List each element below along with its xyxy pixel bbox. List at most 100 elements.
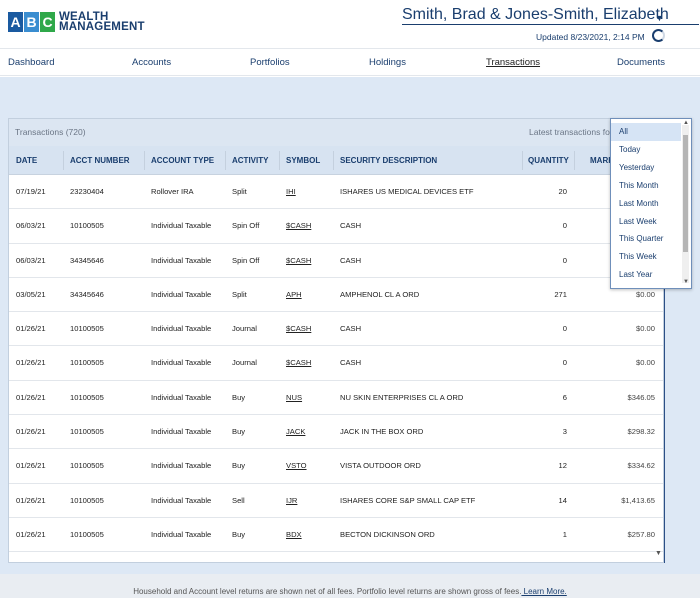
table-row[interactable]: 01/26/21 10100505 Individual Taxable Buy VST… (9, 449, 663, 484)
cell-acct-number: 10100505 (70, 495, 104, 505)
scroll-down-icon[interactable]: ▼ (655, 550, 662, 557)
cell-acct-number: 10100505 (70, 461, 104, 471)
cell-symbol[interactable]: NUS (286, 393, 302, 402)
period-label: Latest transactions for (529, 127, 613, 137)
table-row[interactable]: 06/03/21 34345646 Individual Taxable Spin O… (9, 244, 663, 278)
cell-symbol[interactable]: JACK (286, 427, 305, 436)
cell-security-description: CASH (340, 358, 362, 368)
col-acct-number[interactable]: ACCT NUMBER (70, 156, 130, 165)
cell-symbol[interactable]: IJR (286, 496, 297, 505)
cell-symbol[interactable]: $CASH (286, 221, 311, 230)
cell-market-value: $298.32 (627, 427, 655, 437)
cell-date: 01/26/21 (16, 495, 46, 505)
dropdown-option[interactable]: Last Year (611, 266, 681, 284)
table-row[interactable]: 03/05/21 34345646 Individual Taxable Split A… (9, 278, 663, 313)
cell-date: 06/03/21 (16, 221, 46, 231)
cell-quantity: 1 (562, 529, 567, 539)
cell-symbol[interactable]: BDX (286, 530, 302, 539)
table-row[interactable]: 01/26/21 10100505 Individual Taxable Buy JAC… (9, 415, 663, 450)
period-dropdown[interactable]: ▲ ▼ All Today Yesterday This Month Last Mont… (610, 118, 692, 289)
dropdown-option[interactable]: This Week (611, 248, 681, 266)
cell-quantity: 20 (558, 187, 567, 196)
cell-quantity: 0 (562, 255, 567, 265)
column-divider (144, 151, 145, 170)
cell-acct-number: 10100505 (70, 324, 104, 334)
learn-more-link[interactable]: Learn More. (521, 587, 567, 596)
dropdown-option[interactable]: Yesterday (611, 159, 681, 177)
table-header: DATE ACCT NUMBER ACCOUNT TYPE ACTIVITY S… (9, 146, 663, 175)
cell-security-description: AMPHENOL CL A ORD (340, 289, 420, 299)
panel-header: Transactions (720) Latest transactions f… (9, 119, 663, 146)
col-quantity[interactable]: QUANTITY (528, 156, 569, 165)
cell-date: 01/26/21 (16, 324, 46, 334)
col-security-description[interactable]: SECURITY DESCRIPTION (340, 156, 437, 165)
cell-quantity: 12 (558, 461, 567, 471)
cell-security-description: CASH (340, 255, 362, 265)
cell-symbol[interactable]: $CASH (286, 324, 311, 333)
logo-line2: MANAGEMENT (59, 21, 145, 33)
chevron-down-icon[interactable]: ▼ (655, 13, 664, 23)
nav-portfolios[interactable]: Portfolios (250, 57, 290, 68)
cell-symbol[interactable]: $CASH (286, 358, 311, 367)
column-divider (279, 151, 280, 170)
table-row[interactable]: 01/26/21 10100505 Individual Taxable Buy NUS… (9, 381, 663, 416)
dropdown-option[interactable]: Last Month (611, 195, 681, 213)
cell-activity: Split (232, 289, 247, 299)
cell-account-type: Individual Taxable (151, 461, 212, 471)
dropdown-option[interactable]: Last Week (611, 213, 681, 231)
logo-wordmark: WEALTH MANAGEMENT (59, 11, 145, 33)
cell-acct-number: 34345646 (70, 289, 104, 299)
scroll-down-icon[interactable]: ▼ (683, 279, 689, 285)
footer-text: Household and Account level returns are … (133, 587, 522, 596)
col-date[interactable]: DATE (16, 156, 37, 165)
footer-note: Household and Account level returns are … (133, 587, 567, 596)
cell-activity: Buy (232, 529, 246, 539)
cell-account-type: Rollover IRA (151, 187, 194, 196)
dropdown-option[interactable]: All (611, 123, 681, 141)
nav-holdings[interactable]: Holdings (369, 57, 406, 68)
nav-accounts[interactable]: Accounts (132, 57, 171, 68)
col-symbol[interactable]: SYMBOL (286, 156, 320, 165)
column-divider (574, 151, 575, 170)
table-row[interactable]: 06/03/21 10100505 Individual Taxable Spin O… (9, 209, 663, 244)
nav-documents[interactable]: Documents (617, 57, 665, 68)
col-account-type[interactable]: ACCOUNT TYPE (151, 156, 214, 165)
nav-dashboard[interactable]: Dashboard (8, 57, 54, 68)
logo[interactable]: A B C WEALTH MANAGEMENT (8, 11, 145, 33)
dropdown-option[interactable]: Today (611, 141, 681, 159)
refresh-icon[interactable] (652, 29, 665, 42)
dropdown-scrollbar[interactable] (682, 125, 689, 283)
updated-timestamp: Updated 8/23/2021, 2:14 PM (536, 32, 645, 42)
cell-symbol[interactable]: IHI (286, 187, 296, 196)
logo-letter-a: A (8, 12, 23, 32)
cell-acct-number: 34345646 (70, 255, 104, 265)
dropdown-option[interactable]: This Quarter (611, 230, 681, 248)
cell-market-value: $257.80 (627, 529, 655, 539)
scroll-up-icon[interactable]: ▲ (683, 120, 689, 126)
table-row[interactable]: 07/19/21 23230404 Rollover IRA Split IHI ISHA… (9, 175, 663, 210)
cell-date: 01/26/21 (16, 392, 46, 402)
logo-letter-b: B (24, 12, 39, 32)
table-row[interactable]: 01/26/21 10100505 Individual Taxable Sell IJ… (9, 484, 663, 518)
table-row[interactable]: 01/26/21 10100505 Individual Taxable Journa… (9, 346, 663, 381)
table-row[interactable]: 01/26/21 10100505 Individual Taxable Journa… (9, 312, 663, 347)
cell-security-description: CASH (340, 221, 362, 231)
col-activity[interactable]: ACTIVITY (232, 156, 268, 165)
column-divider (63, 151, 64, 170)
cell-activity: Buy (232, 427, 246, 437)
cell-symbol[interactable]: $CASH (286, 256, 311, 265)
dropdown-option[interactable]: This Month (611, 177, 681, 195)
cell-account-type: Individual Taxable (151, 255, 212, 265)
table-row[interactable]: 01/26/21 10100505 Individual Taxable Buy BDX… (9, 518, 663, 553)
cell-acct-number: 10100505 (70, 529, 104, 539)
cell-date: 01/26/21 (16, 529, 46, 539)
nav-transactions[interactable]: Transactions (486, 57, 540, 68)
dropdown-scroll-thumb[interactable] (683, 135, 688, 252)
cell-date: 07/19/21 (16, 187, 46, 196)
cell-date: 01/26/21 (16, 358, 46, 368)
cell-activity: Journal (232, 324, 257, 334)
cell-acct-number: 10100505 (70, 427, 104, 437)
cell-symbol[interactable]: APH (286, 290, 302, 299)
cell-market-value: $1,413.65 (621, 495, 655, 505)
cell-symbol[interactable]: VSTO (286, 461, 307, 470)
